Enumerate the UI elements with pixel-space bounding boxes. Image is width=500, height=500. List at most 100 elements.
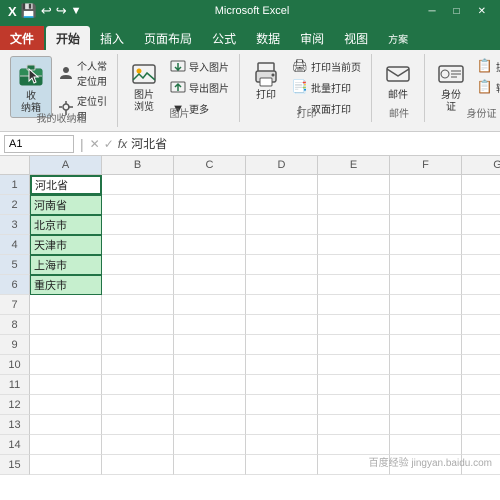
list-item[interactable] [174, 275, 246, 295]
list-item[interactable] [390, 315, 462, 335]
tab-file[interactable]: 文件 [0, 26, 44, 50]
list-item[interactable] [462, 375, 500, 395]
list-item[interactable] [174, 395, 246, 415]
list-item[interactable] [174, 335, 246, 355]
list-item[interactable] [462, 235, 500, 255]
extract-button[interactable]: 📋 提取他 [473, 56, 500, 76]
import-image-button[interactable]: 导入图片 [166, 56, 233, 76]
list-item[interactable] [462, 395, 500, 415]
list-item[interactable]: 重庆市 [30, 275, 102, 295]
list-item[interactable] [462, 215, 500, 235]
list-item[interactable] [102, 395, 174, 415]
list-item[interactable] [462, 175, 500, 195]
tab-data[interactable]: 数据 [246, 26, 290, 50]
list-item[interactable] [174, 255, 246, 275]
list-item[interactable] [318, 375, 390, 395]
list-item[interactable] [318, 415, 390, 435]
list-item[interactable] [30, 295, 102, 315]
tab-review[interactable]: 审阅 [290, 26, 334, 50]
list-item[interactable] [390, 435, 462, 455]
list-item[interactable]: 天津市 [30, 235, 102, 255]
list-item[interactable] [318, 235, 390, 255]
minimize-icon[interactable]: ─ [422, 6, 441, 17]
list-item[interactable] [174, 375, 246, 395]
formula-cancel-icon[interactable]: ✕ [90, 137, 100, 151]
list-item[interactable] [102, 255, 174, 275]
formula-confirm-icon[interactable]: ✓ [104, 137, 114, 151]
name-box[interactable]: A1 [4, 135, 74, 153]
list-item[interactable] [462, 315, 500, 335]
list-item[interactable] [246, 435, 318, 455]
tab-home[interactable]: 开始 [46, 26, 90, 50]
list-item[interactable] [462, 275, 500, 295]
list-item[interactable] [102, 435, 174, 455]
list-item[interactable] [318, 295, 390, 315]
list-item[interactable]: 河南省 [30, 195, 102, 215]
tab-view[interactable]: 视图 [334, 26, 378, 50]
list-item[interactable] [174, 435, 246, 455]
list-item[interactable] [174, 355, 246, 375]
list-item[interactable] [390, 175, 462, 195]
personal-button[interactable]: 个人常定位用 [54, 56, 111, 90]
list-item[interactable] [318, 335, 390, 355]
list-item[interactable] [246, 295, 318, 315]
formula-input[interactable] [131, 135, 496, 153]
input-machine-button[interactable]: 📋 输入机 [473, 77, 500, 97]
list-item[interactable] [318, 315, 390, 335]
list-item[interactable] [318, 195, 390, 215]
list-item[interactable] [246, 275, 318, 295]
list-item[interactable] [102, 275, 174, 295]
list-item[interactable] [462, 355, 500, 375]
quick-access-undo[interactable]: ↩ [41, 3, 52, 19]
list-item[interactable] [246, 255, 318, 275]
list-item[interactable] [462, 255, 500, 275]
list-item[interactable] [30, 335, 102, 355]
list-item[interactable] [30, 455, 102, 475]
list-item[interactable] [30, 355, 102, 375]
quick-access-save[interactable]: 💾 [21, 3, 37, 19]
list-item[interactable] [318, 215, 390, 235]
formula-fx-icon[interactable]: fx [118, 137, 127, 151]
list-item[interactable] [174, 175, 246, 195]
inbox-button[interactable]: 收纳箱 [10, 56, 52, 118]
list-item[interactable] [174, 195, 246, 215]
maximize-icon[interactable]: □ [448, 6, 466, 17]
list-item[interactable] [174, 455, 246, 475]
list-item[interactable] [318, 395, 390, 415]
tab-insert[interactable]: 插入 [90, 26, 134, 50]
export-image-button[interactable]: 导出图片 [166, 77, 233, 97]
list-item[interactable]: 河北省 [30, 175, 102, 195]
list-item[interactable] [246, 335, 318, 355]
list-item[interactable] [102, 415, 174, 435]
list-item[interactable] [102, 315, 174, 335]
list-item[interactable]: 北京市 [30, 215, 102, 235]
list-item[interactable] [246, 455, 318, 475]
list-item[interactable] [390, 395, 462, 415]
tab-page-layout[interactable]: 页面布局 [134, 26, 202, 50]
list-item[interactable] [390, 295, 462, 315]
list-item[interactable] [462, 195, 500, 215]
list-item[interactable]: 上海市 [30, 255, 102, 275]
list-item[interactable] [318, 435, 390, 455]
list-item[interactable] [390, 235, 462, 255]
list-item[interactable] [102, 215, 174, 235]
mail-button[interactable]: 邮件 [378, 56, 418, 104]
list-item[interactable] [102, 195, 174, 215]
list-item[interactable] [246, 175, 318, 195]
close-icon[interactable]: ✕ [472, 6, 492, 17]
list-item[interactable] [102, 235, 174, 255]
list-item[interactable] [174, 415, 246, 435]
list-item[interactable] [246, 375, 318, 395]
print-button[interactable]: 打印 [246, 56, 286, 104]
quick-access-redo[interactable]: ↪ [56, 3, 67, 19]
list-item[interactable] [246, 415, 318, 435]
print-current-button[interactable]: 🖨 打印当前页 [288, 56, 365, 76]
list-item[interactable] [390, 215, 462, 235]
list-item[interactable] [390, 275, 462, 295]
list-item[interactable] [174, 235, 246, 255]
list-item[interactable] [102, 375, 174, 395]
list-item[interactable] [390, 375, 462, 395]
list-item[interactable] [102, 455, 174, 475]
list-item[interactable] [462, 435, 500, 455]
list-item[interactable] [30, 375, 102, 395]
